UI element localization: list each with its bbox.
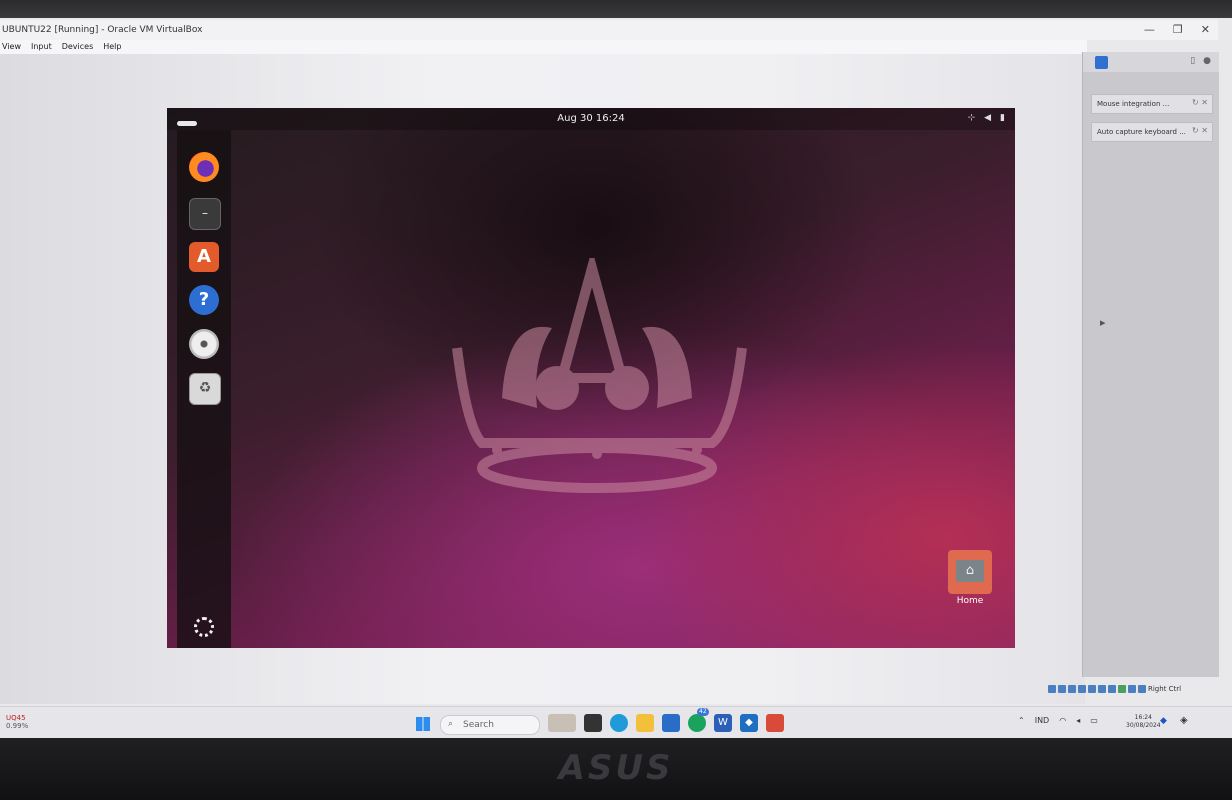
optical-drive-icon[interactable] (1058, 685, 1066, 693)
ubuntu-guest-display[interactable]: Aug 30 16:24 ⊹ ◀ ▮ – A ? ♻ ⌂ Home (167, 108, 1015, 648)
disc-icon[interactable] (189, 329, 219, 359)
taskbar-clock[interactable]: 16:24 30/08/2024 (1126, 714, 1161, 730)
system-tray: ⌃ IND ◠ ◂ ▭ (1018, 716, 1098, 725)
window-controls: — ❐ ✕ (1144, 23, 1210, 36)
menu-devices[interactable]: Devices (62, 40, 94, 54)
audio-icon[interactable] (1068, 685, 1076, 693)
task-view-icon[interactable] (584, 714, 602, 732)
taskbar-apps: 42 W ◆ (548, 708, 784, 732)
store-icon[interactable] (662, 714, 680, 732)
notification-controls[interactable]: ↻ ✕ (1192, 98, 1208, 107)
monitor-screen: UBUNTU22 [Running] - Oracle VM VirtualBo… (0, 18, 1232, 738)
weather-widget[interactable]: UQ45 0.99% (6, 714, 28, 730)
search-icon: ⌕ (448, 719, 454, 729)
cpu-icon[interactable] (1128, 685, 1136, 693)
windows-taskbar: UQ45 0.99% ⌕ Search 42 W ◆ ⌃ IND ◠ ◂ ▭ 1… (0, 706, 1232, 738)
recording-icon[interactable] (1118, 685, 1126, 693)
terminal-icon[interactable]: – (189, 198, 221, 230)
edge-icon[interactable] (610, 714, 628, 732)
vbox-titlebar: UBUNTU22 [Running] - Oracle VM VirtualBo… (0, 20, 1218, 40)
notification-label: Auto capture keyboard ... (1097, 128, 1186, 136)
show-apps-icon[interactable] (194, 617, 214, 637)
gnome-system-tray[interactable]: ⊹ ◀ ▮ (968, 113, 1005, 123)
monitor-brand-logo: ASUS (558, 748, 674, 788)
notification-center-icon[interactable] (1095, 56, 1108, 69)
host-key-label: Right Ctrl (1148, 685, 1182, 693)
whatsapp-badge: 42 (697, 708, 709, 716)
panel-close-icon[interactable]: ● (1203, 56, 1211, 66)
notification-panel-header: ▯ ● (1083, 52, 1219, 72)
software-store-icon[interactable]: A (189, 242, 219, 272)
widget-art-icon[interactable] (548, 714, 576, 732)
panel-pin-icon[interactable]: ▯ (1190, 56, 1195, 66)
taskbar-time: 16:24 (1134, 714, 1152, 721)
volume-icon: ◀ (984, 113, 992, 123)
vm-running-icon[interactable] (766, 714, 784, 732)
notification-auto-capture-keyboard[interactable]: Auto capture keyboard ... ↻ ✕ (1091, 122, 1213, 142)
mouse-integration-icon[interactable] (1138, 685, 1146, 693)
language-indicator[interactable]: IND (1035, 716, 1050, 725)
chevron-up-icon[interactable]: ⌃ (1018, 716, 1025, 725)
notification-bell-icon[interactable]: ◆ (1160, 716, 1167, 726)
copilot-icon[interactable]: ◈ (1180, 715, 1188, 726)
gnome-top-bar: Aug 30 16:24 ⊹ ◀ ▮ (167, 108, 1015, 130)
vbox-menubar: View Input Devices Help (0, 40, 1087, 54)
home-folder-label: Home (956, 596, 984, 606)
minimize-button[interactable]: — (1144, 23, 1155, 36)
taskbar-date: 30/08/2024 (1126, 722, 1161, 729)
monitor-bezel-top (0, 0, 1232, 18)
vbox-notification-panel: ▯ ● Mouse integration ... ↻ ✕ Auto captu… (1082, 52, 1219, 677)
notification-controls[interactable]: ↻ ✕ (1192, 126, 1208, 135)
home-house-icon: ⌂ (956, 560, 984, 582)
usb-icon[interactable] (1088, 685, 1096, 693)
menu-view[interactable]: View (2, 40, 21, 54)
network-adapter-icon[interactable] (1078, 685, 1086, 693)
firefox-icon[interactable] (189, 152, 219, 182)
help-icon[interactable]: ? (189, 285, 219, 315)
network-icon: ⊹ (967, 113, 976, 123)
weather-sub: 0.99% (6, 722, 29, 730)
gnome-clock[interactable]: Aug 30 16:24 (167, 113, 1015, 124)
home-folder-icon[interactable]: ⌂ (948, 550, 992, 594)
menu-input[interactable]: Input (31, 40, 52, 54)
weather-temp: UQ45 (6, 714, 26, 722)
close-button[interactable]: ✕ (1201, 23, 1210, 36)
ubuntu-wallpaper-crown (452, 258, 747, 493)
hard-disk-icon[interactable] (1048, 685, 1056, 693)
virtualbox-icon[interactable]: ◆ (740, 714, 758, 732)
search-placeholder: Search (463, 720, 494, 730)
vbox-status-bar: Right Ctrl (1048, 682, 1218, 696)
mouse-cursor-icon: ▸ (1100, 316, 1106, 329)
windows-start-icon[interactable] (416, 717, 430, 731)
trash-icon[interactable]: ♻ (189, 373, 221, 405)
taskbar-search[interactable]: ⌕ Search (440, 715, 540, 735)
maximize-button[interactable]: ❐ (1173, 23, 1183, 36)
notification-mouse-integration[interactable]: Mouse integration ... ↻ ✕ (1091, 94, 1213, 114)
menu-help[interactable]: Help (103, 40, 121, 54)
notification-label: Mouse integration ... (1097, 100, 1170, 108)
file-explorer-icon[interactable] (636, 714, 654, 732)
display-icon[interactable] (1108, 685, 1116, 693)
speaker-icon[interactable]: ◂ (1076, 716, 1080, 725)
ubuntu-dock: – A ? ♻ (177, 130, 231, 648)
word-icon[interactable]: W (714, 714, 732, 732)
vbox-window-title: UBUNTU22 [Running] - Oracle VM VirtualBo… (2, 25, 203, 35)
whatsapp-icon[interactable]: 42 (688, 708, 709, 732)
battery-icon: ▮ (1000, 113, 1005, 123)
shared-folders-icon[interactable] (1098, 685, 1106, 693)
panel-header-controls: ▯ ● (1190, 56, 1211, 66)
battery-tray-icon[interactable]: ▭ (1090, 716, 1098, 725)
wifi-icon[interactable]: ◠ (1059, 716, 1066, 725)
